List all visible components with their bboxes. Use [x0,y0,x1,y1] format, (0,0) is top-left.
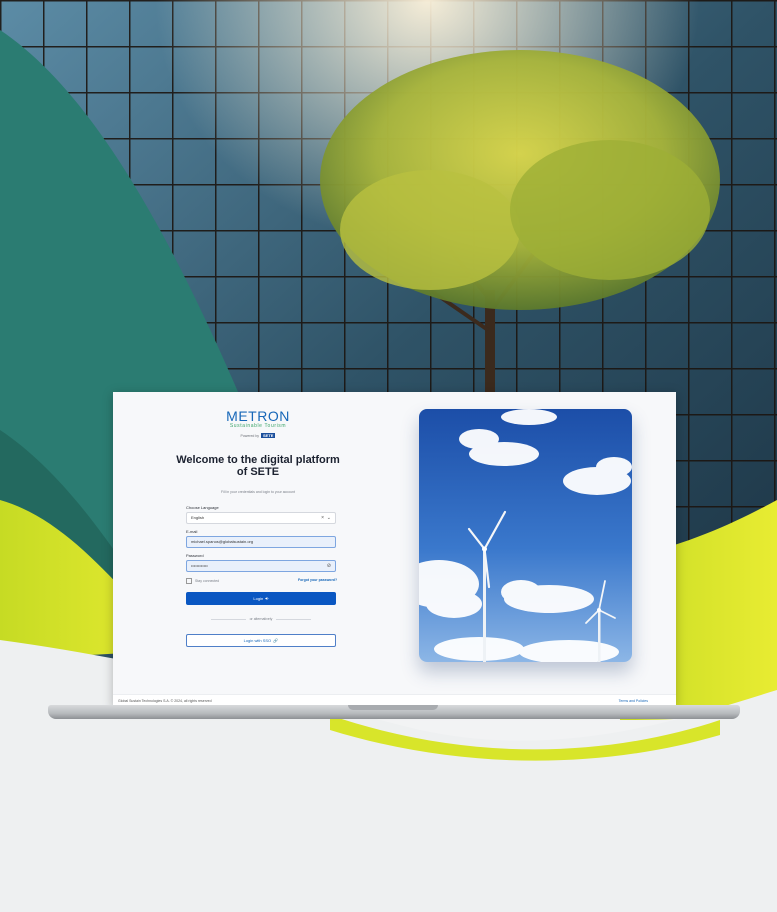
page-title: Welcome to the digital platform of SETE [176,454,340,478]
login-button-label: Login [253,596,264,601]
eye-off-icon[interactable]: ⊘ [327,561,331,571]
chevron-down-icon[interactable]: ⌄ [327,515,331,521]
login-button[interactable]: Login ⎆ [186,592,336,605]
terms-link[interactable]: Terms and Policies [619,699,648,703]
close-icon[interactable]: × [321,515,324,521]
login-panel: METRON Sustainable Tourism Powered by SET… [113,392,403,692]
password-field[interactable]: •••••••••••• ⊘ [186,560,336,572]
language-select-controls: × ⌄ [321,513,331,523]
powered-by-label: Powered by [240,434,260,438]
powered-by: Powered by SETE [113,433,403,438]
email-value: michael.spanos@globalsustain.org [191,539,254,544]
email-label: E-mail [186,529,198,534]
language-value: English [191,515,205,520]
password-label: Password [186,553,204,558]
language-select[interactable]: English × ⌄ [186,512,336,524]
copyright-text: Global Sustain Technologies S.A. © 2024,… [118,699,212,703]
link-icon: 🔗 [272,638,279,643]
stay-connected-row[interactable]: Stay connected [186,578,219,584]
stay-connected-label: Stay connected [195,578,220,583]
email-field[interactable]: michael.spanos@globalsustain.org [186,536,336,548]
laptop-notch [348,705,438,710]
logo-subtitle: Sustainable Tourism [229,423,287,429]
language-label: Choose Language [186,505,219,510]
sso-button[interactable]: Login with SSO 🔗 [186,634,336,647]
password-value: •••••••••••• [191,563,208,568]
laptop-screen: METRON Sustainable Tourism Powered by SET… [113,392,676,707]
login-arrow-icon: ⎆ [264,596,269,601]
metron-logo: METRON [226,408,290,424]
stay-connected-checkbox[interactable] [186,578,192,584]
forgot-password-link[interactable]: Forgot your password? [298,578,337,582]
instruction-text: Fill in your credentials and login to yo… [221,490,295,494]
or-separator: or alternatively [186,617,336,621]
wind-turbine-image [419,409,632,662]
sete-badge: SETE [261,433,276,438]
sso-button-label: Login with SSO [243,638,272,643]
